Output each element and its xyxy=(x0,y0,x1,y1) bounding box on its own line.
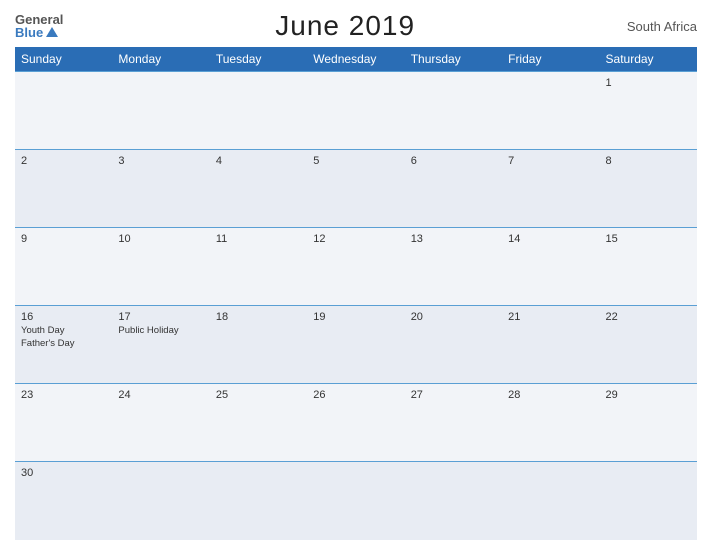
calendar-cell: 21 xyxy=(502,306,599,384)
day-number: 21 xyxy=(508,311,593,323)
calendar-week-row: 30 xyxy=(15,462,697,540)
day-number: 18 xyxy=(216,311,301,323)
day-number: 11 xyxy=(216,233,301,245)
header-day-tuesday: Tuesday xyxy=(210,47,307,72)
calendar-title: June 2019 xyxy=(275,10,415,42)
calendar-cell xyxy=(15,72,112,150)
calendar-cell: 24 xyxy=(112,384,209,462)
calendar-cell: 12 xyxy=(307,228,404,306)
calendar-cell: 15 xyxy=(600,228,697,306)
calendar-table: SundayMondayTuesdayWednesdayThursdayFrid… xyxy=(15,47,697,540)
day-number: 28 xyxy=(508,389,593,401)
day-number: 25 xyxy=(216,389,301,401)
calendar-cell: 6 xyxy=(405,150,502,228)
calendar-cell: 16 Youth DayFather's Day xyxy=(15,306,112,384)
day-number: 14 xyxy=(508,233,593,245)
day-number: 16 xyxy=(21,311,106,323)
calendar-cell: 25 xyxy=(210,384,307,462)
day-number: 13 xyxy=(411,233,496,245)
calendar-cell: 11 xyxy=(210,228,307,306)
calendar-cell: 7 xyxy=(502,150,599,228)
day-number: 9 xyxy=(21,233,106,245)
day-number: 22 xyxy=(606,311,691,323)
day-number: 26 xyxy=(313,389,398,401)
calendar-cell: 19 xyxy=(307,306,404,384)
calendar-cell: 4 xyxy=(210,150,307,228)
calendar-cell xyxy=(405,72,502,150)
calendar-cell: 10 xyxy=(112,228,209,306)
day-number: 2 xyxy=(21,155,106,167)
calendar-cell: 17 Public Holiday xyxy=(112,306,209,384)
calendar-cell: 20 xyxy=(405,306,502,384)
logo: General Blue xyxy=(15,13,63,39)
calendar-cell: 26 xyxy=(307,384,404,462)
day-number: 7 xyxy=(508,155,593,167)
day-number: 30 xyxy=(21,467,106,479)
day-number: 6 xyxy=(411,155,496,167)
calendar-cell xyxy=(307,462,404,540)
calendar-cell: 1 xyxy=(600,72,697,150)
day-number: 12 xyxy=(313,233,398,245)
calendar-cell xyxy=(502,462,599,540)
day-number: 3 xyxy=(118,155,203,167)
calendar-cell xyxy=(502,72,599,150)
calendar-cell: 30 xyxy=(15,462,112,540)
day-number: 27 xyxy=(411,389,496,401)
calendar-cell: 22 xyxy=(600,306,697,384)
calendar-cell xyxy=(112,462,209,540)
calendar-cell xyxy=(210,462,307,540)
calendar-cell: 3 xyxy=(112,150,209,228)
country-label: South Africa xyxy=(627,19,697,34)
day-number: 8 xyxy=(606,155,691,167)
calendar-cell xyxy=(210,72,307,150)
calendar-cell xyxy=(112,72,209,150)
header-day-monday: Monday xyxy=(112,47,209,72)
calendar-header-row: SundayMondayTuesdayWednesdayThursdayFrid… xyxy=(15,47,697,72)
calendar-cell: 27 xyxy=(405,384,502,462)
top-bar: General Blue June 2019 South Africa xyxy=(15,10,697,42)
calendar-cell: 13 xyxy=(405,228,502,306)
calendar-week-row: 23 24 25 26 27 28 29 xyxy=(15,384,697,462)
header-day-thursday: Thursday xyxy=(405,47,502,72)
calendar-cell: 28 xyxy=(502,384,599,462)
day-number: 19 xyxy=(313,311,398,323)
calendar-week-row: 16Youth DayFather's Day17Public Holiday1… xyxy=(15,306,697,384)
calendar-cell: 23 xyxy=(15,384,112,462)
calendar-cell: 9 xyxy=(15,228,112,306)
header-day-sunday: Sunday xyxy=(15,47,112,72)
logo-triangle-icon xyxy=(46,27,58,37)
event-label: Public Holiday xyxy=(118,325,203,337)
header-day-friday: Friday xyxy=(502,47,599,72)
calendar-cell: 8 xyxy=(600,150,697,228)
calendar-cell: 18 xyxy=(210,306,307,384)
calendar-cell: 29 xyxy=(600,384,697,462)
day-number: 1 xyxy=(606,77,691,89)
day-number: 24 xyxy=(118,389,203,401)
calendar-cell xyxy=(307,72,404,150)
day-number: 29 xyxy=(606,389,691,401)
event-label: Father's Day xyxy=(21,338,106,350)
calendar-cell xyxy=(405,462,502,540)
day-number: 20 xyxy=(411,311,496,323)
event-label: Youth Day xyxy=(21,325,106,337)
day-number: 5 xyxy=(313,155,398,167)
logo-blue-text: Blue xyxy=(15,26,58,39)
calendar-cell xyxy=(600,462,697,540)
day-number: 15 xyxy=(606,233,691,245)
day-number: 4 xyxy=(216,155,301,167)
calendar-week-row: 1 xyxy=(15,72,697,150)
calendar-week-row: 9 10 11 12 13 14 15 xyxy=(15,228,697,306)
header-day-wednesday: Wednesday xyxy=(307,47,404,72)
calendar-cell: 14 xyxy=(502,228,599,306)
calendar-cell: 2 xyxy=(15,150,112,228)
day-number: 17 xyxy=(118,311,203,323)
day-number: 10 xyxy=(118,233,203,245)
calendar-cell: 5 xyxy=(307,150,404,228)
day-number: 23 xyxy=(21,389,106,401)
header-day-saturday: Saturday xyxy=(600,47,697,72)
calendar-week-row: 23 45 67 8 xyxy=(15,150,697,228)
